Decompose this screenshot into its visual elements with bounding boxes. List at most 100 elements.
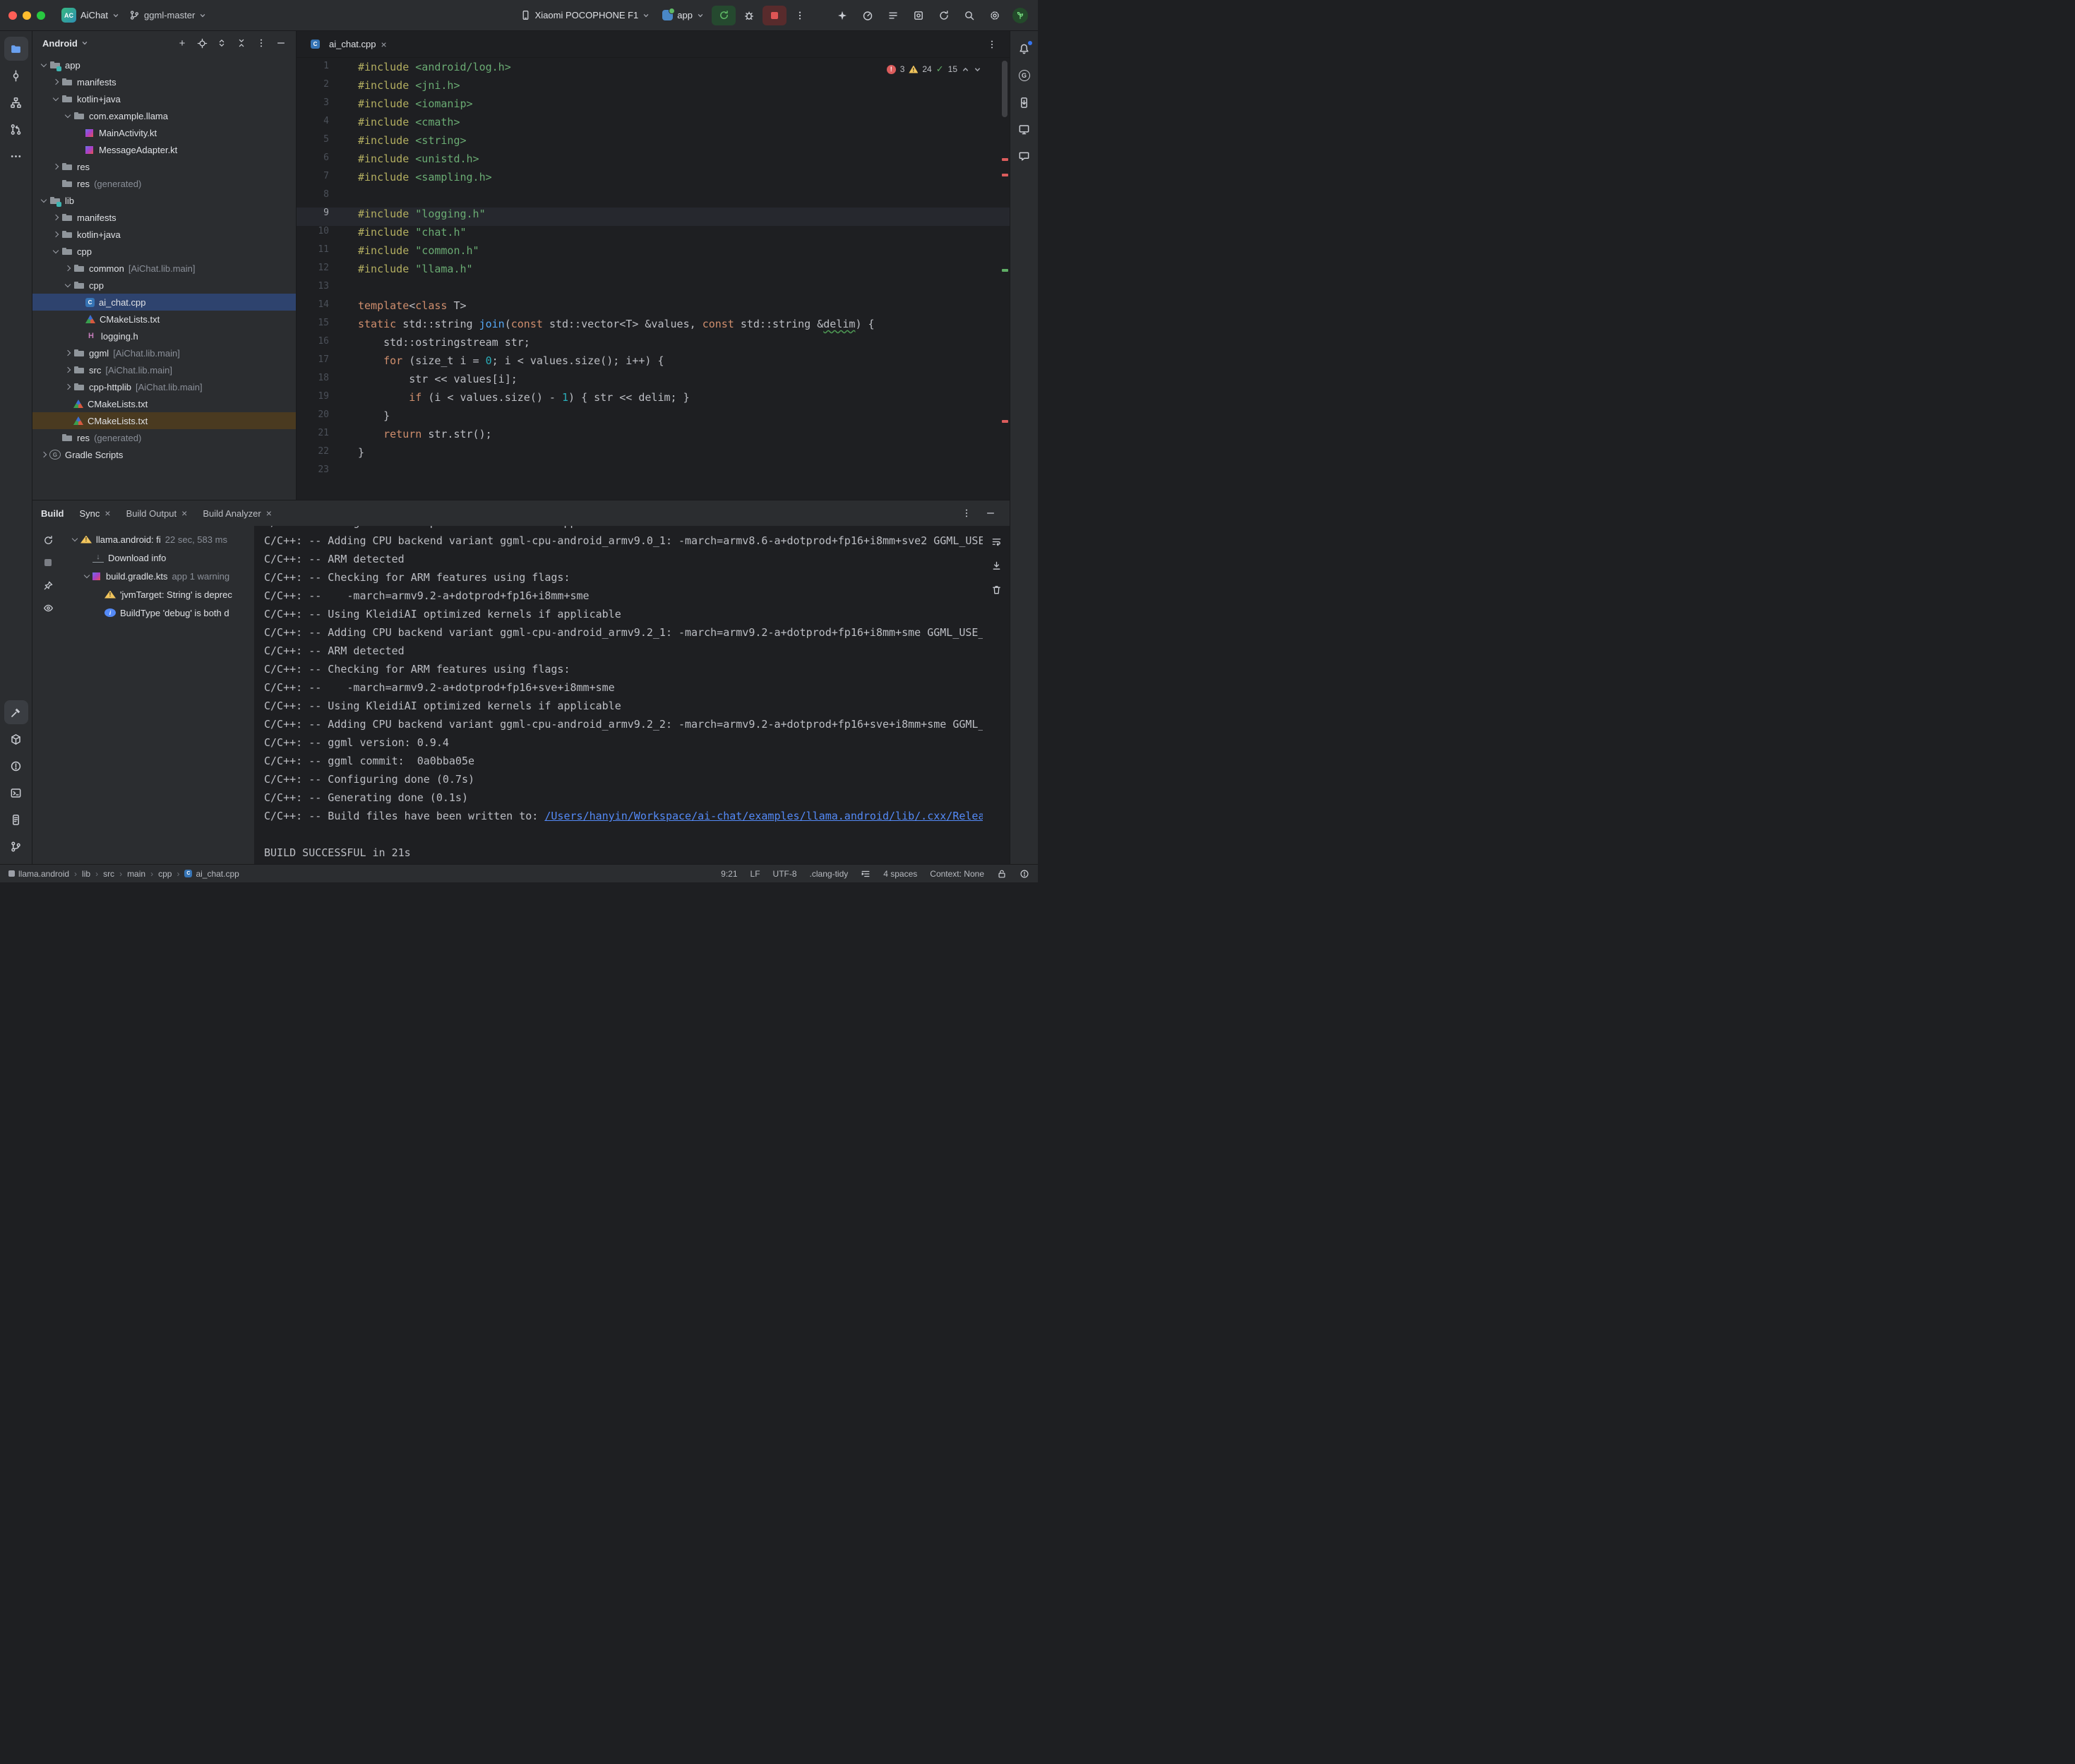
lock-icon[interactable] (997, 869, 1007, 879)
build-console[interactable]: C/C++: -- Using KleidiAI optimized kerne… (254, 526, 1010, 864)
code-line[interactable] (340, 281, 1010, 299)
tree-item-cmakelists-txt[interactable]: CMakeLists.txt (32, 412, 296, 429)
error-mark[interactable] (1002, 174, 1008, 176)
expand-all-button[interactable] (213, 35, 231, 52)
editor-tab-ai-chat-cpp[interactable]: C ai_chat.cpp × (302, 31, 395, 57)
commit-tool-button[interactable] (4, 64, 28, 88)
close-window-button[interactable] (8, 11, 17, 20)
maximize-window-button[interactable] (37, 11, 45, 20)
stop-button[interactable] (763, 6, 787, 25)
tree-item-jvmtarget-string-is-deprec[interactable]: !'jvmTarget: String' is deprec (64, 585, 254, 604)
close-tab-icon[interactable]: × (181, 508, 187, 519)
tree-item-src[interactable]: src[AiChat.lib.main] (32, 361, 296, 378)
terminal-tool-button[interactable] (4, 781, 28, 805)
chevron-down-icon[interactable] (81, 575, 92, 577)
chevron-down-icon[interactable] (50, 250, 61, 253)
code-line[interactable]: return str.str(); (340, 428, 1010, 446)
tree-item-kotlin-java[interactable]: kotlin+java (32, 226, 296, 243)
chevron-right-icon[interactable] (50, 215, 61, 220)
tree-item-res[interactable]: res(generated) (32, 429, 296, 446)
collapse-all-button[interactable] (232, 35, 251, 52)
tree-item-ggml[interactable]: ggml[AiChat.lib.main] (32, 344, 296, 361)
tree-item-manifests[interactable]: manifests (32, 209, 296, 226)
line-number[interactable]: 15 (297, 318, 340, 336)
pin-tab-button[interactable] (39, 577, 57, 594)
gemini-assistant-button[interactable] (832, 6, 853, 25)
running-devices-tool-button[interactable] (1012, 117, 1036, 141)
code-line[interactable]: #include <jni.h> (340, 79, 1010, 97)
code-line[interactable] (340, 189, 1010, 208)
prev-issue-icon[interactable] (962, 66, 969, 73)
run-config-selector[interactable]: app (657, 7, 709, 23)
structure-tool-button[interactable] (4, 90, 28, 114)
cursor-position[interactable]: 9:21 (721, 869, 737, 879)
tree-item-gradle-scripts[interactable]: GGradle Scripts (32, 446, 296, 463)
line-number[interactable]: 12 (297, 263, 340, 281)
code-line[interactable]: #include <cmath> (340, 116, 1010, 134)
line-number[interactable]: 4 (297, 116, 340, 134)
hide-panel-button[interactable] (272, 35, 290, 52)
tree-item-cpp[interactable]: cpp (32, 243, 296, 260)
line-number[interactable]: 14 (297, 299, 340, 318)
code-line[interactable]: #include "logging.h" (340, 208, 1010, 226)
code-line[interactable] (340, 464, 1010, 483)
line-number[interactable]: 8 (297, 189, 340, 208)
code-line[interactable]: str << values[i]; (340, 373, 1010, 391)
breadcrumb-item-llama-android[interactable]: llama.android (8, 869, 69, 879)
line-number[interactable]: 21 (297, 428, 340, 446)
soft-wrap-button[interactable] (987, 533, 1005, 550)
tree-item-buildtype-debug-is-both-d[interactable]: iBuildType 'debug' is both d (64, 604, 254, 622)
line-number[interactable]: 17 (297, 354, 340, 373)
code-line[interactable]: #include "llama.h" (340, 263, 1010, 281)
chevron-right-icon[interactable] (62, 385, 73, 389)
code-line[interactable]: #include <iomanip> (340, 97, 1010, 116)
profile-avatar-button[interactable] (1010, 6, 1031, 25)
change-mark[interactable] (1002, 269, 1008, 272)
chevron-right-icon[interactable] (50, 80, 61, 84)
line-number[interactable]: 23 (297, 464, 340, 483)
error-stripe[interactable] (1000, 58, 1010, 500)
code-line[interactable]: if (i < values.size() - 1) { str << deli… (340, 391, 1010, 409)
tree-item-common[interactable]: common[AiChat.lib.main] (32, 260, 296, 277)
more-actions-button[interactable] (789, 6, 811, 25)
problems-tool-button[interactable] (4, 754, 28, 778)
tree-item-download-info[interactable]: ↓Download info (64, 548, 254, 567)
tree-item-manifests[interactable]: manifests (32, 73, 296, 90)
profiler-button[interactable] (857, 6, 878, 25)
code-line[interactable]: std::ostringstream str; (340, 336, 1010, 354)
version-control-tool-button[interactable] (4, 834, 28, 858)
settings-button[interactable] (984, 6, 1005, 25)
build-options-button[interactable] (956, 503, 977, 523)
code-line[interactable]: #include <sampling.h> (340, 171, 1010, 189)
build-panel-title[interactable]: Build (41, 508, 64, 519)
gradle-tool-button[interactable]: G (1012, 64, 1036, 88)
chevron-right-icon[interactable] (38, 452, 49, 457)
line-separator[interactable]: LF (751, 869, 760, 879)
scrollbar-thumb[interactable] (1002, 61, 1007, 117)
tree-item-cpp[interactable]: cpp (32, 277, 296, 294)
show-exceptions-button[interactable] (39, 599, 57, 616)
clear-console-button[interactable] (987, 581, 1005, 598)
chevron-down-icon[interactable] (38, 199, 49, 202)
tree-item-cmakelists-txt[interactable]: CMakeLists.txt (32, 395, 296, 412)
indent-setting[interactable]: 4 spaces (883, 869, 917, 879)
line-number[interactable]: 6 (297, 152, 340, 171)
hide-build-panel-button[interactable] (980, 503, 1001, 523)
project-view-selector[interactable]: Android (42, 38, 88, 49)
breadcrumb-item-main[interactable]: main (127, 869, 145, 879)
line-number[interactable]: 13 (297, 281, 340, 299)
tree-item-kotlin-java[interactable]: kotlin+java (32, 90, 296, 107)
refresh-build-button[interactable] (39, 532, 57, 548)
device-selector[interactable]: Xiaomi POCOPHONE F1 (515, 7, 655, 23)
run-button[interactable] (712, 6, 736, 25)
tree-item-res[interactable]: res(generated) (32, 175, 296, 192)
tree-item-res[interactable]: res (32, 158, 296, 175)
breadcrumb-item-src[interactable]: src (103, 869, 114, 879)
file-encoding[interactable]: UTF-8 (773, 869, 797, 879)
inspections-widget[interactable]: !3 !24 ✓15 (887, 64, 981, 75)
code-line[interactable]: #include "common.h" (340, 244, 1010, 263)
add-button[interactable]: + (173, 35, 191, 52)
chevron-down-icon[interactable] (62, 284, 73, 287)
more-tool-windows-button[interactable] (4, 144, 28, 168)
code-line[interactable]: template<class T> (340, 299, 1010, 318)
